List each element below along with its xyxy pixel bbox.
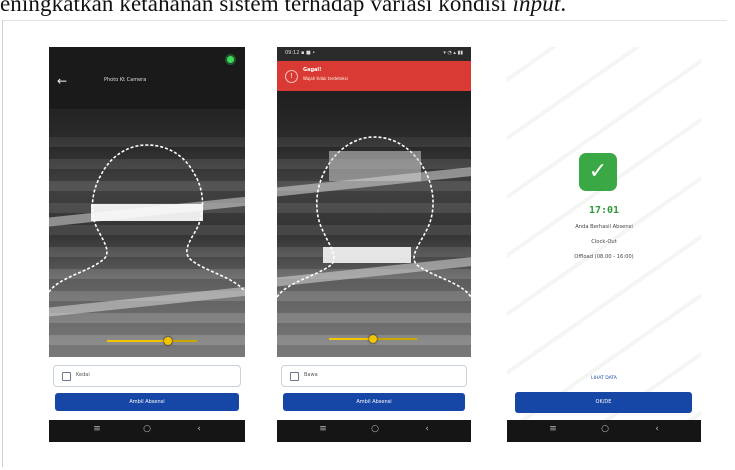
alert-icon: ! bbox=[285, 70, 298, 83]
checkbox-icon[interactable] bbox=[290, 372, 299, 381]
error-message: Wajah tidak terdeteksi bbox=[303, 76, 348, 81]
checkbox-field[interactable]: Bawa bbox=[281, 365, 467, 387]
system-navbar: ≡ ○ ‹ bbox=[507, 420, 701, 442]
attendance-time: 17:01 bbox=[588, 205, 620, 216]
home-icon[interactable]: ○ bbox=[595, 424, 615, 434]
phone-screen-capture: ← Photo Kt Camera Kedai Ambil Absensi ≡ … bbox=[49, 47, 245, 442]
checkbox-field[interactable]: Kedai bbox=[53, 365, 241, 387]
status-bar: 09:12 ▪ ■ • ▾ ◔ ▴ ▮▮ bbox=[277, 47, 471, 61]
home-icon[interactable]: ○ bbox=[365, 424, 385, 434]
system-navbar: ≡ ○ ‹ bbox=[49, 420, 245, 442]
error-banner: ! Gagal! Wajah tidak terdeteksi bbox=[277, 61, 471, 91]
caption-text: eningkatkan ketahanan sistem terhadap va… bbox=[0, 0, 513, 16]
camera-active-indicator bbox=[227, 56, 234, 63]
back-icon[interactable]: ‹ bbox=[189, 424, 209, 434]
view-data-link[interactable]: LIHAT DATA bbox=[507, 376, 701, 381]
error-title: Gagal! bbox=[303, 67, 322, 73]
checkmark-icon: ✓ bbox=[579, 153, 617, 191]
status-icons: ▾ ◔ ▴ ▮▮ bbox=[443, 50, 463, 56]
zoom-slider-thumb[interactable] bbox=[164, 337, 173, 345]
capture-controls: Bawa Ambil Absensi bbox=[277, 357, 471, 419]
system-navbar: ≡ ○ ‹ bbox=[277, 420, 471, 442]
document-caption: eningkatkan ketahanan sistem terhadap va… bbox=[0, 0, 735, 21]
zoom-slider[interactable] bbox=[107, 335, 197, 347]
checkbox-icon[interactable] bbox=[62, 372, 71, 381]
menu-icon[interactable]: ≡ bbox=[313, 424, 333, 434]
zoom-slider-thumb[interactable] bbox=[369, 335, 377, 343]
capture-controls: Kedai Ambil Absensi bbox=[49, 357, 245, 419]
face-outline-overlay bbox=[277, 136, 471, 298]
menu-icon[interactable]: ≡ bbox=[87, 424, 107, 434]
take-attendance-button[interactable]: Ambil Absensi bbox=[283, 393, 465, 411]
phone-screen-error: 09:12 ▪ ■ • ▾ ◔ ▴ ▮▮ ! Gagal! Wajah tida… bbox=[277, 47, 471, 442]
checkbox-label: Kedai bbox=[76, 372, 90, 378]
shift-schedule: Offload (08.00 - 16:00) bbox=[574, 254, 634, 260]
attendance-type: Clock-Out bbox=[591, 239, 617, 245]
take-attendance-button[interactable]: Ambil Absensi bbox=[55, 393, 239, 411]
back-icon[interactable]: ‹ bbox=[647, 424, 667, 434]
zoom-slider[interactable] bbox=[329, 333, 417, 345]
app-header: ← Photo Kt Camera bbox=[49, 47, 245, 109]
screen-title: Photo Kt Camera bbox=[104, 77, 147, 83]
checkbox-label: Bawa bbox=[304, 372, 318, 378]
camera-preview bbox=[277, 47, 471, 357]
caption-italic: input bbox=[512, 0, 561, 16]
phone-screen-success: ✓ 17:01 Anda Berhasil Absensi Clock-Out … bbox=[507, 47, 701, 442]
home-icon[interactable]: ○ bbox=[137, 424, 157, 434]
back-icon[interactable]: ‹ bbox=[417, 424, 437, 434]
menu-icon[interactable]: ≡ bbox=[543, 424, 563, 434]
ok-button[interactable]: OK/DE bbox=[515, 392, 692, 413]
success-message: Anda Berhasil Absensi bbox=[575, 224, 633, 230]
status-time: 09:12 ▪ ■ • bbox=[285, 50, 316, 56]
back-arrow-icon[interactable]: ← bbox=[57, 75, 67, 87]
caption-end: . bbox=[560, 0, 567, 16]
